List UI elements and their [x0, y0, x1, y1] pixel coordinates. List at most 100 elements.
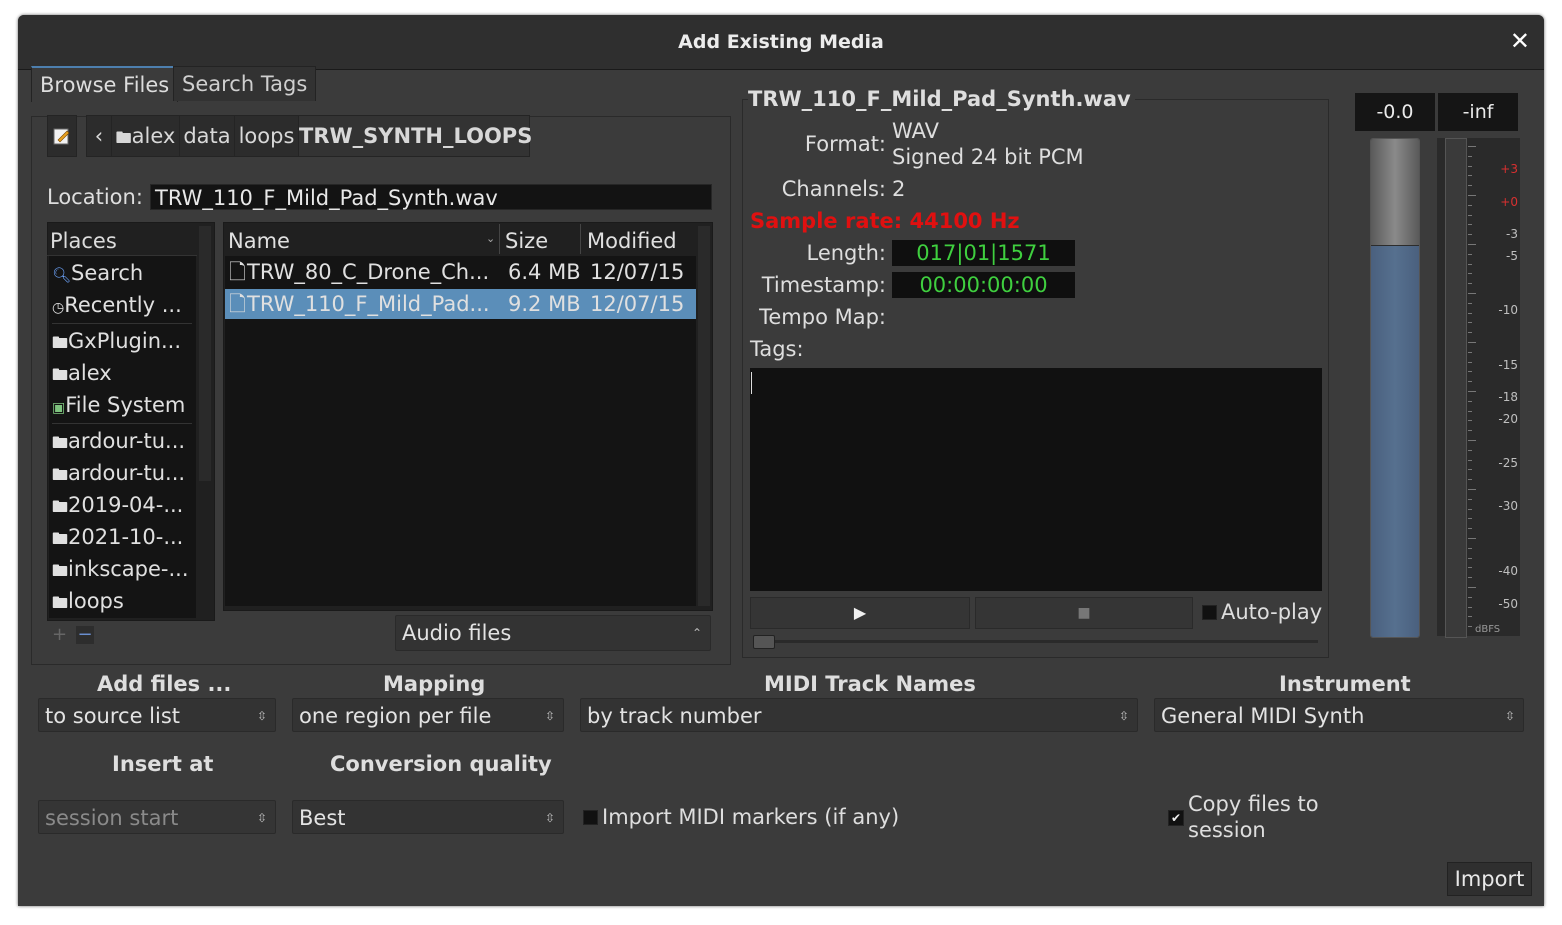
meter-tick — [1468, 351, 1472, 353]
meter-tick — [1468, 596, 1472, 598]
places-item-bookmark[interactable]: 🖿inkscape-... — [52, 554, 189, 586]
edit-icon — [53, 128, 70, 145]
meter-unit-label: dBFS — [1475, 624, 1501, 635]
midi-names-select[interactable]: by track number ⇳ — [580, 698, 1138, 732]
tab-search-tags[interactable]: Search Tags — [173, 66, 317, 101]
location-input[interactable]: TRW_110_F_Mild_Pad_Synth.wav — [150, 184, 712, 210]
path-crumb-alex[interactable]: 🖿alex — [111, 115, 180, 157]
table-row-selected[interactable]: 🗋 TRW_110_F_Mild_Pad... 9.2 MB 12/07/15 — [225, 289, 696, 319]
meter-tick — [1468, 322, 1472, 324]
file-size: 6.4 MB — [508, 260, 581, 284]
places-item-bookmark[interactable]: 🖿ardour-tu... — [52, 426, 185, 458]
places-item-label: ardour-tu... — [68, 429, 186, 453]
meter-tick — [1468, 234, 1472, 236]
meter-tick-label: -30 — [1498, 499, 1518, 513]
copy-files-checkbox[interactable]: ✔ — [1168, 810, 1184, 826]
meter-tick — [1468, 224, 1472, 226]
files-scrollbar[interactable] — [698, 226, 710, 606]
places-item-recent[interactable]: ◷Recently ... — [52, 290, 182, 323]
folder-icon: 🖿 — [52, 529, 69, 548]
path-crumb-label: alex — [131, 124, 176, 148]
fader-knob[interactable] — [1371, 139, 1419, 245]
places-item-bookmark[interactable]: 🖿loops — [52, 586, 124, 618]
places-item-label: alex — [68, 361, 112, 385]
length-clock: 017|01|1571 — [892, 240, 1075, 266]
chevron-left-icon: ‹ — [94, 124, 104, 148]
import-button[interactable]: Import — [1447, 862, 1532, 896]
drive-icon: ▣ — [52, 400, 66, 416]
path-crumb-loops[interactable]: loops — [234, 115, 299, 157]
stop-button[interactable]: ■ — [975, 597, 1193, 629]
meter-tick — [1468, 577, 1472, 579]
add-files-label: Add files ... — [97, 672, 232, 696]
play-button[interactable]: ▶ — [750, 597, 970, 629]
path-crumb-current[interactable]: TRW_SYNTH_LOOPS — [298, 115, 532, 157]
file-filter-value: Audio files — [402, 621, 512, 645]
places-item-alex[interactable]: 🖿alex — [52, 358, 112, 390]
column-header-size[interactable]: Size — [505, 226, 548, 256]
meter-tick-label: -25 — [1498, 456, 1518, 470]
places-item-gxplugin[interactable]: 🖿GxPlugin... — [52, 326, 181, 358]
conversion-quality-label: Conversion quality — [330, 752, 552, 776]
seek-slider[interactable] — [754, 640, 1318, 643]
autoplay-checkbox[interactable] — [1202, 605, 1217, 620]
stop-icon: ■ — [1077, 605, 1091, 621]
sample-rate-warning: Sample rate: 44100 Hz — [750, 209, 1020, 233]
tags-textarea[interactable] — [750, 368, 1322, 591]
remove-bookmark-button[interactable]: − — [76, 626, 94, 644]
places-scrollbar[interactable] — [199, 226, 211, 481]
seek-slider-handle[interactable] — [753, 635, 775, 649]
gain-fader[interactable] — [1370, 138, 1420, 638]
meter-tick — [1468, 528, 1472, 530]
meter-tick — [1468, 489, 1476, 490]
places-item-bookmark[interactable]: 🖿2021-10-... — [52, 522, 183, 554]
tempo-map-label: Tempo Map: — [759, 305, 886, 329]
meter-tick — [1468, 361, 1472, 363]
meter-tick — [1468, 253, 1472, 255]
instrument-select[interactable]: General MIDI Synth ⇳ — [1154, 698, 1524, 732]
meter-tick — [1468, 332, 1472, 334]
instrument-label: Instrument — [1279, 672, 1411, 696]
add-files-select[interactable]: to source list ⇳ — [38, 698, 276, 732]
column-header-modified[interactable]: Modified — [587, 226, 677, 256]
import-midi-markers-checkbox[interactable] — [583, 810, 598, 825]
peak-display-left[interactable]: -0.0 — [1355, 93, 1435, 131]
midi-names-value: by track number — [587, 704, 762, 728]
updown-icon: ⌃ — [691, 626, 702, 640]
meter-tick — [1468, 498, 1472, 500]
meter-tick — [1468, 273, 1472, 275]
updown-icon: ⇳ — [256, 811, 267, 825]
mapping-select[interactable]: one region per file ⇳ — [292, 698, 564, 732]
folder-icon: 🖿 — [52, 333, 69, 352]
channels-label: Channels: — [781, 177, 886, 201]
folder-icon: 🖿 — [52, 465, 69, 484]
places-item-bookmark[interactable]: 🖿ardour-tu... — [52, 458, 185, 490]
meter-tick — [1468, 381, 1472, 383]
places-item-search[interactable]: 🔍︎Search — [52, 258, 143, 290]
places-item-bookmark[interactable]: 🖿2019-04-... — [52, 490, 183, 522]
table-row[interactable]: 🗋 TRW_80_C_Drone_Ch... 6.4 MB 12/07/15 — [225, 257, 696, 287]
file-filter-select[interactable]: Audio files ⌃ — [395, 615, 711, 651]
level-meter — [1437, 138, 1520, 638]
close-icon[interactable]: ✕ — [1510, 28, 1530, 54]
peak-display-right[interactable]: -inf — [1438, 93, 1518, 131]
path-back-button[interactable]: ‹ — [86, 115, 112, 157]
add-bookmark-button[interactable]: + — [52, 626, 70, 644]
conversion-quality-select[interactable]: Best ⇳ — [292, 800, 564, 834]
path-crumb-data[interactable]: data — [179, 115, 235, 157]
folder-icon: 🖿 — [52, 561, 69, 580]
updown-icon: ⇳ — [544, 709, 555, 723]
folder-icon: 🖿 — [52, 365, 69, 384]
preview-filename: TRW_110_F_Mild_Pad_Synth.wav — [748, 86, 1135, 112]
column-header-name[interactable]: Name — [228, 226, 290, 256]
places-header[interactable]: Places — [50, 226, 117, 256]
edit-location-button[interactable] — [47, 115, 77, 157]
updown-icon: ⇳ — [1504, 709, 1515, 723]
meter-tick — [1468, 391, 1476, 392]
places-item-filesystem[interactable]: ▣File System — [52, 390, 185, 423]
instrument-value: General MIDI Synth — [1161, 704, 1365, 728]
length-label: Length: — [806, 241, 886, 265]
insert-at-select[interactable]: session start ⇳ — [38, 800, 276, 834]
meter-tick — [1468, 410, 1472, 412]
tab-browse-files[interactable]: Browse Files — [31, 66, 179, 102]
